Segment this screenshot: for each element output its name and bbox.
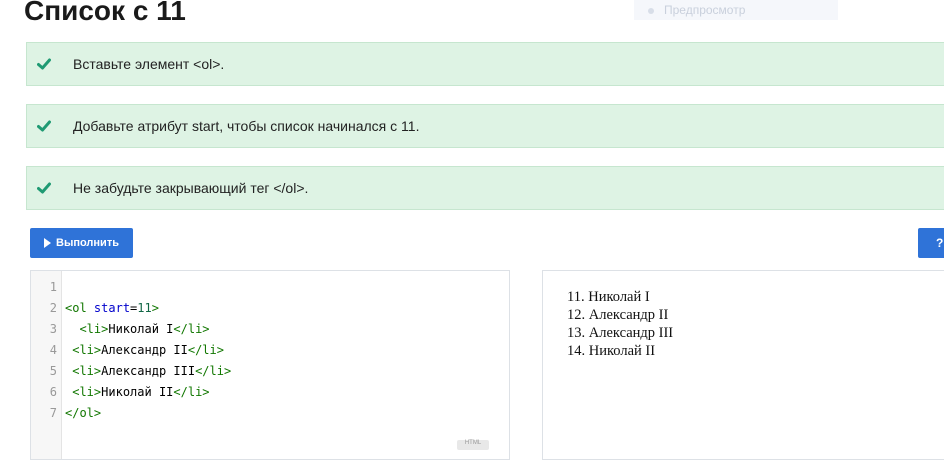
- check-icon: [37, 120, 51, 132]
- code-line[interactable]: <li>Николай I</li>: [65, 319, 210, 340]
- check-icon: [37, 58, 51, 70]
- line-number: 7: [49, 406, 57, 420]
- code-token: 11: [137, 301, 152, 315]
- code-token: </li>: [187, 343, 224, 357]
- code-token: </li>: [173, 322, 210, 336]
- preview-pane: 11. Николай I 12. Александр II 13. Алексан…: [542, 270, 944, 460]
- list-item-text: Александр III: [588, 325, 674, 341]
- code-token: >: [151, 301, 159, 315]
- code-token: Николай I: [108, 322, 174, 336]
- code-token: <ol: [65, 301, 87, 315]
- tab-preview[interactable]: Предпросмотр: [634, 0, 838, 20]
- list-item-text: Николай II: [588, 343, 656, 359]
- code-line[interactable]: <li>Александр II</li>: [65, 340, 224, 361]
- play-icon: [44, 238, 51, 248]
- list-item-number: 14.: [567, 343, 589, 359]
- preview-list-item: 11. Николай I: [567, 288, 673, 306]
- code-token: start: [93, 301, 131, 315]
- list-item-number: 11.: [567, 289, 589, 305]
- code-line[interactable]: <ol start=11>: [65, 298, 159, 319]
- code-token: <li>: [79, 322, 109, 336]
- code-token: </li>: [195, 364, 232, 378]
- preview-list-item: 14. Николай II: [567, 342, 673, 360]
- task-text: Вставьте элемент <ol>.: [73, 56, 225, 72]
- check-icon: [37, 182, 51, 194]
- code-token: Николай II: [101, 385, 174, 399]
- line-number: 3: [49, 322, 57, 336]
- task-item-2: Добавьте атрибут start, чтобы список нач…: [26, 104, 944, 148]
- code-line[interactable]: <li>Николай II</li>: [65, 382, 210, 403]
- preview-list-item: 12. Александр II: [567, 306, 673, 324]
- code-token: Александр II: [101, 343, 188, 357]
- line-number: 2: [49, 301, 57, 315]
- run-button-label: Выполнить: [56, 237, 119, 249]
- code-line[interactable]: </ol>: [65, 403, 101, 424]
- run-button[interactable]: Выполнить: [30, 228, 133, 258]
- page-title: Список с 11: [24, 0, 186, 26]
- task-item-1: Вставьте элемент <ol>.: [26, 42, 944, 86]
- list-item-number: 13.: [567, 325, 589, 341]
- line-number: 5: [49, 364, 57, 378]
- line-number: 6: [49, 385, 57, 399]
- language-badge: HTML: [457, 440, 489, 450]
- task-text: Добавьте атрибут start, чтобы список нач…: [73, 118, 420, 134]
- code-token: <li>: [72, 364, 102, 378]
- line-number: 4: [49, 343, 57, 357]
- code-token: </ol>: [65, 406, 102, 420]
- code-editor[interactable]: 1 2 <ol start=11> 3 <li>Николай I</li> 4 <li…: [30, 270, 510, 460]
- code-token: <li>: [72, 385, 102, 399]
- tab-preview-label: Предпросмотр: [664, 3, 746, 17]
- code-token: <li>: [72, 343, 102, 357]
- preview-list-item: 13. Александр III: [567, 324, 673, 342]
- code-token: </li>: [173, 385, 210, 399]
- help-button[interactable]: ?: [918, 228, 944, 258]
- tab-dot-icon: [648, 7, 654, 14]
- task-text: Не забудьте закрывающий тег </ol>.: [73, 180, 309, 196]
- line-number: 1: [49, 280, 57, 294]
- preview-ordered-list: 11. Николай I 12. Александр II 13. Алексан…: [567, 288, 673, 360]
- code-token: Александр III: [101, 364, 196, 378]
- task-item-3: Не забудьте закрывающий тег </ol>.: [26, 166, 944, 210]
- list-item-text: Александр II: [588, 307, 669, 323]
- help-button-label: ?: [936, 236, 944, 250]
- code-line[interactable]: <li>Александр III</li>: [65, 361, 231, 382]
- list-item-number: 12.: [567, 307, 589, 323]
- list-item-text: Николай I: [588, 289, 650, 305]
